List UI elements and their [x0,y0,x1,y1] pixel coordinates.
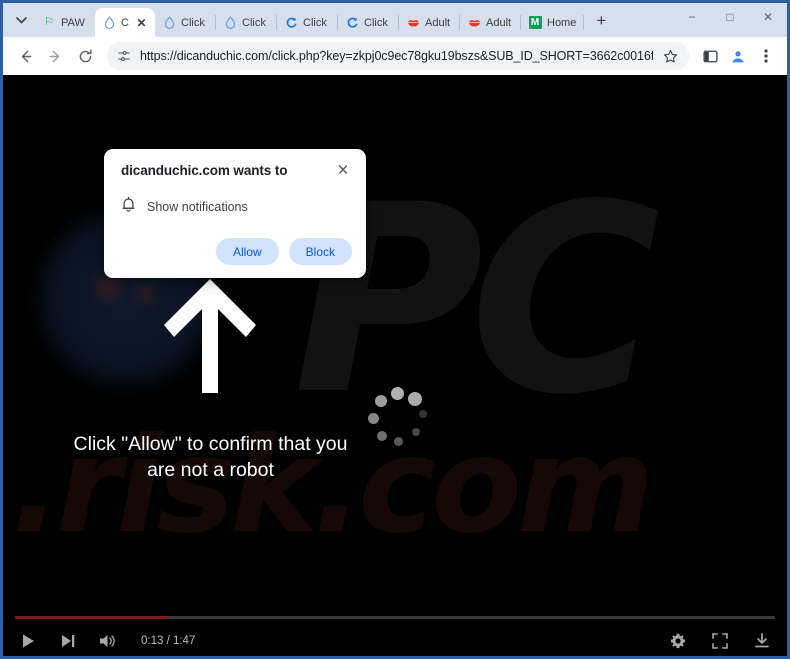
back-button[interactable] [11,42,39,70]
tab-title: PAW [61,16,85,29]
m-icon: M [528,16,542,30]
three-dot-menu-icon[interactable] [753,42,779,70]
reload-icon [79,48,92,62]
download-icon[interactable] [751,630,773,652]
play-icon[interactable] [17,630,39,652]
address-bar[interactable]: https://dicanduchic.com/click.php?key=zk… [107,42,689,70]
dialog-actions: Allow Block [121,238,352,265]
drop-icon [102,16,116,30]
next-track-icon[interactable] [57,630,79,652]
page-viewport: PC .risk.com Click "Allow" to confirm th… [3,75,787,656]
video-controls-row: 0:13 / 1:47 [3,626,787,656]
dialog-title: dicanduchic.com wants to [121,163,288,178]
page-headline: Click "Allow" to confirm that you are no… [3,431,418,484]
reload-button[interactable] [71,42,99,70]
c-icon [345,16,359,30]
tab-title: Click [303,16,327,29]
allow-button[interactable]: Allow [215,238,279,265]
tab-title: Click [242,16,266,29]
dialog-body: Show notifications [121,196,352,218]
tab-adult-1[interactable]: Adult [399,8,459,37]
background-red-glow-3 [133,280,159,306]
new-tab-button[interactable]: + [588,8,614,34]
video-controls-bar: 0:13 / 1:47 [3,604,787,656]
headline-line-1: Click "Allow" to confirm that you [73,433,348,455]
fullscreen-icon[interactable] [709,630,731,652]
browser-window: ⚐ PAW C ✕ Click Click Click Click Adult … [0,0,790,659]
close-window-button[interactable]: ✕ [749,3,787,31]
volume-icon[interactable] [97,630,119,652]
tab-home[interactable]: M Home [521,8,583,37]
maximize-button[interactable]: □ [711,3,749,31]
pawn-icon: ⚐ [44,16,54,28]
star-icon[interactable] [661,49,679,64]
video-progress-fill [15,616,167,619]
gear-icon[interactable] [667,630,689,652]
side-panel-icon[interactable] [697,42,723,70]
close-icon[interactable]: ✕ [334,161,352,179]
tab-click-4[interactable]: Click [277,8,337,37]
tab-title: C [121,16,129,29]
forward-arrow-icon [49,50,59,62]
profile-avatar-icon[interactable] [725,42,751,70]
forward-button[interactable] [41,42,69,70]
url-text[interactable]: https://dicanduchic.com/click.php?key=zk… [140,49,653,63]
tab-title: Click [364,16,388,29]
video-time-display: 0:13 / 1:47 [141,635,196,647]
tab-title: Adult [425,16,451,29]
tab-click-2[interactable]: Click [155,8,215,37]
bell-icon [121,196,136,218]
tab-adult-2[interactable]: Adult [460,8,520,37]
tab-strip: ⚐ PAW C ✕ Click Click Click Click Adult … [3,3,787,37]
tab-separator [583,15,585,30]
tab-click-5[interactable]: Click [338,8,398,37]
notification-permission-dialog: dicanduchic.com wants to ✕ Show notifica… [104,149,366,278]
tab-click-3[interactable]: Click [216,8,276,37]
dialog-header: dicanduchic.com wants to ✕ [121,163,352,179]
video-controls-right [667,630,773,652]
up-arrow-icon [160,271,260,393]
video-progress-bar[interactable] [15,616,775,619]
minimize-button[interactable]: − [673,3,711,31]
back-arrow-icon [21,50,31,62]
permission-request-text: Show notifications [147,200,248,214]
tab-search-button[interactable] [7,7,35,33]
c-icon [284,16,298,30]
tab-paw[interactable]: ⚐ PAW [35,8,95,37]
lips-icon [467,16,481,30]
tab-title: Adult [486,16,512,29]
tab-title: Click [181,16,205,29]
tab-title: Home [547,16,577,29]
page-settings-icon[interactable] [116,49,132,63]
headline-line-2: are not a robot [147,459,274,482]
browser-toolbar: https://dicanduchic.com/click.php?key=zk… [3,37,787,75]
tab-click-active[interactable]: C ✕ [95,8,155,37]
window-controls: − □ ✕ [673,3,787,37]
drop-icon [223,16,237,30]
chevron-down-icon [15,16,27,24]
drop-icon [162,16,176,30]
block-button[interactable]: Block [288,238,352,265]
tab-close-button[interactable]: ✕ [135,16,148,30]
lips-icon [406,16,420,30]
